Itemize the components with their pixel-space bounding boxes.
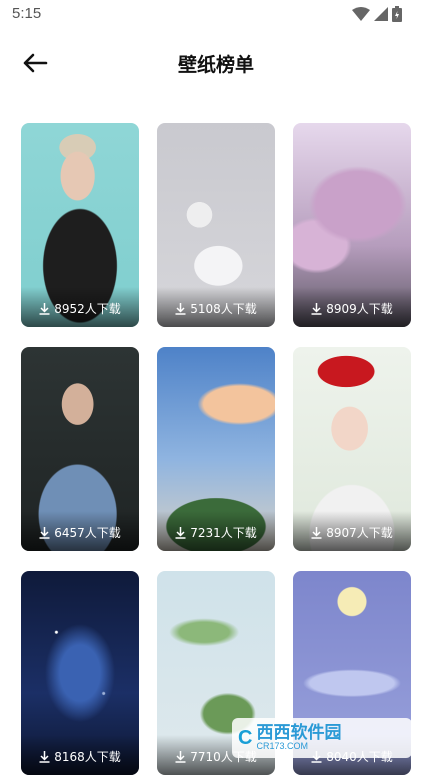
wifi-icon <box>352 7 370 21</box>
download-count: 8909人下载 <box>293 300 411 317</box>
download-count: 8168人下载 <box>21 748 139 765</box>
download-icon <box>175 526 186 539</box>
download-count-text: 8909人下载 <box>326 302 393 316</box>
download-count-text: 8907人下载 <box>326 526 393 540</box>
download-icon <box>175 750 186 763</box>
header: 壁纸榜单 <box>0 38 432 88</box>
download-count-text: 8952人下载 <box>54 302 121 316</box>
download-icon <box>39 526 50 539</box>
download-count: 6457人下载 <box>21 524 139 541</box>
page-title: 壁纸榜单 <box>177 54 254 76</box>
download-count-text: 6457人下载 <box>54 526 121 540</box>
signal-icon <box>374 7 388 21</box>
watermark: C 西西软件园 CR173.COM <box>232 718 412 758</box>
wallpaper-card[interactable]: 6457人下载 <box>21 347 139 551</box>
wallpaper-grid: 8952人下载 5108人下载 8909人下载 6457人下载 7231人下载 <box>21 123 413 775</box>
download-count: 8907人下载 <box>293 524 411 541</box>
download-count: 5108人下载 <box>157 300 275 317</box>
download-icon <box>311 302 322 315</box>
status-bar: 5:15 <box>0 0 432 30</box>
watermark-sub: CR173.COM <box>256 741 308 751</box>
download-icon <box>311 526 322 539</box>
download-icon <box>175 302 186 315</box>
watermark-logo: C <box>238 726 253 749</box>
download-count-text: 8168人下载 <box>54 750 121 764</box>
download-count: 8952人下载 <box>21 300 139 317</box>
wallpaper-card[interactable]: 7231人下载 <box>157 347 275 551</box>
watermark-main: 西西软件园 <box>256 723 342 743</box>
download-icon <box>39 750 50 763</box>
wallpaper-card[interactable]: 8168人下载 <box>21 571 139 775</box>
wallpaper-card[interactable]: 8952人下载 <box>21 123 139 327</box>
wallpaper-card[interactable]: 5108人下载 <box>157 123 275 327</box>
wallpaper-card[interactable]: 8909人下载 <box>293 123 411 327</box>
watermark-text: 西西软件园 CR173.COM <box>256 725 341 751</box>
download-icon <box>39 302 50 315</box>
download-count: 7231人下载 <box>157 524 275 541</box>
status-icons <box>352 6 402 22</box>
download-count-text: 5108人下载 <box>190 302 257 316</box>
download-count-text: 7231人下载 <box>190 526 257 540</box>
status-time: 5:15 <box>12 5 42 22</box>
battery-icon <box>392 6 402 22</box>
wallpaper-card[interactable]: 8907人下载 <box>293 347 411 551</box>
